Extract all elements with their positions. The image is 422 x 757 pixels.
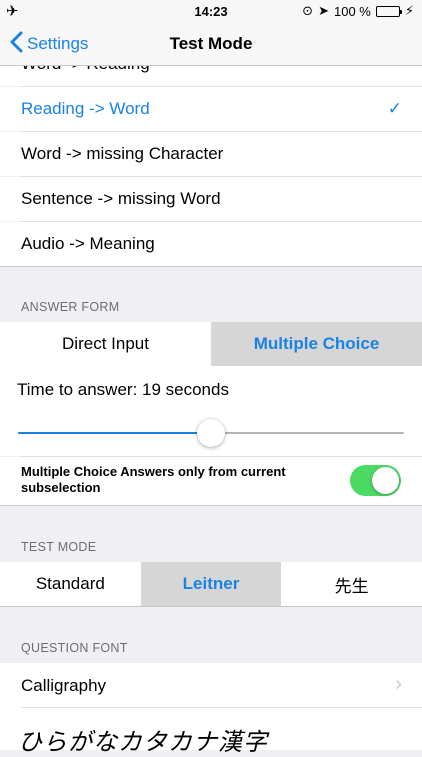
segment-direct-input[interactable]: Direct Input	[0, 322, 211, 366]
back-button[interactable]: Settings	[10, 22, 88, 66]
answer-form-header: ANSWER FORM	[21, 300, 120, 314]
status-right: ⊙ ➤ 100 % ⚡	[302, 3, 414, 19]
chevron-right-icon: ›	[395, 673, 402, 695]
divider	[21, 707, 422, 708]
orientation-lock-icon: ⊙	[302, 3, 314, 18]
segment-multiple-choice[interactable]: Multiple Choice	[211, 322, 422, 366]
charging-icon: ⚡	[404, 3, 414, 18]
time-slider-fill	[18, 432, 211, 434]
time-to-answer-label: Time to answer: 19 seconds	[17, 380, 229, 399]
checkmark-icon: ✓	[387, 99, 402, 118]
battery-percent: 100 %	[333, 3, 371, 19]
quiz-type-label: Reading -> Word	[21, 99, 150, 118]
question-font-value: Calligraphy	[21, 676, 107, 695]
font-preview: ひらがなカタカナ漢字	[18, 728, 268, 756]
segment-sensei[interactable]: 先生	[281, 562, 422, 606]
quiz-type-word-reading[interactable]: Word -> Reading	[0, 66, 422, 86]
quiz-type-label: Sentence -> missing Word	[21, 189, 221, 208]
chevron-left-icon	[10, 31, 23, 58]
quiz-type-sentence-missing-word[interactable]: Sentence -> missing Word	[0, 177, 422, 221]
navigation-bar: Settings Test Mode	[0, 22, 422, 66]
time-slider-thumb[interactable]	[197, 419, 225, 447]
back-label: Settings	[27, 34, 89, 53]
status-bar: ✈ 14:23 ⊙ ➤ 100 % ⚡	[0, 0, 422, 22]
battery-icon	[375, 5, 402, 17]
quiz-type-label: Word -> Reading	[21, 66, 150, 74]
quiz-type-word-missing-character[interactable]: Word -> missing Character	[0, 132, 422, 176]
segment-standard[interactable]: Standard	[0, 562, 141, 606]
divider	[0, 606, 422, 607]
toggle-knob	[372, 467, 399, 494]
quiz-type-label: Audio -> Meaning	[21, 234, 155, 253]
test-mode-segmented-control: Standard Leitner 先生	[0, 562, 422, 606]
answer-form-segmented-control: Direct Input Multiple Choice	[0, 322, 422, 366]
question-font-header: QUESTION FONT	[21, 641, 128, 655]
divider	[0, 505, 422, 506]
divider	[0, 266, 422, 267]
location-icon: ➤	[318, 3, 329, 18]
mc-subselection-label-line2: subselection	[21, 480, 101, 495]
segment-leitner[interactable]: Leitner	[140, 562, 282, 606]
quiz-type-audio-meaning[interactable]: Audio -> Meaning	[0, 222, 422, 266]
quiz-type-label: Word -> missing Character	[21, 144, 224, 163]
test-mode-header: TEST MODE	[21, 540, 97, 554]
mc-subselection-label: Multiple Choice Answers only from curren…	[21, 464, 286, 496]
mc-subselection-toggle[interactable]	[350, 465, 401, 496]
quiz-type-reading-word[interactable]: Reading -> Word ✓	[0, 87, 422, 131]
mc-subselection-label-line1: Multiple Choice Answers only from curren…	[21, 464, 286, 479]
